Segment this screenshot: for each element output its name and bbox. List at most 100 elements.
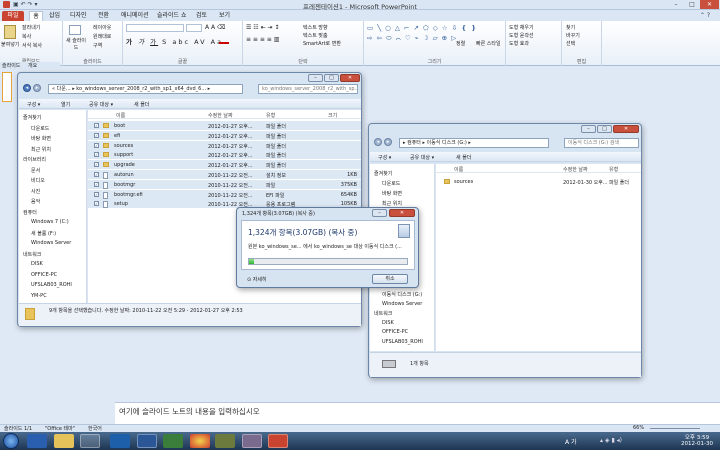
outlook-taskbar-icon[interactable]	[110, 434, 130, 448]
tab-animations[interactable]: 애니메이션	[121, 11, 149, 21]
font-color-icon[interactable]	[219, 36, 229, 44]
organize-button[interactable]: 구성 ▾	[27, 101, 40, 108]
nav-group[interactable]: 컴퓨터	[23, 209, 37, 216]
open-button[interactable]: 열기	[61, 101, 70, 108]
maximize-button[interactable]: □	[597, 125, 612, 133]
tab-review[interactable]: 검토	[196, 11, 207, 21]
nav-item[interactable]: UFSLAB03_ROHI	[31, 282, 72, 288]
clock-date[interactable]: 2012-01-30	[680, 441, 714, 447]
nav-item[interactable]: 최근 위치	[31, 146, 51, 153]
shapes-gallery-row2[interactable]: ⇨ ⇦ ⬭ ⌒ ♡ ⌁ ☽ ▱ ⊕ ▷	[367, 34, 457, 43]
reset-button[interactable]: 원래대로	[93, 33, 111, 40]
minimize-button[interactable]: –	[308, 74, 323, 82]
ie-taskbar-icon[interactable]	[27, 434, 47, 448]
new-folder-button[interactable]: 새 폴더	[456, 154, 471, 161]
excel-taskbar-icon[interactable]	[163, 434, 183, 448]
row-checkbox[interactable]: ✓	[94, 181, 99, 187]
nav-item[interactable]: 문서	[31, 167, 40, 174]
tab-design[interactable]: 디자인	[70, 11, 87, 21]
close-button[interactable]: ✕	[700, 0, 719, 9]
find-button[interactable]: 찾기	[566, 24, 575, 31]
table-row[interactable]: ✓ boot 2012-01-27 오후... 파일 폴더	[88, 121, 361, 130]
column-type[interactable]: 유형	[609, 166, 618, 173]
tab-file[interactable]: 파일	[2, 11, 24, 21]
forward-button[interactable]: ▸	[384, 138, 392, 146]
font-style-buttons[interactable]: 가 가 가 S abc AV Aa	[126, 36, 223, 46]
nav-group[interactable]: 즐겨찾기	[23, 114, 41, 121]
powerpoint-taskbar-icon[interactable]	[268, 434, 288, 448]
word-taskbar-icon[interactable]	[137, 434, 157, 448]
forward-button[interactable]: ▸	[33, 84, 41, 92]
nav-item[interactable]: 다운로드	[31, 125, 49, 132]
media-taskbar-icon[interactable]	[80, 434, 100, 448]
column-name[interactable]: 이름	[116, 112, 125, 119]
minimize-button[interactable]: –	[372, 209, 387, 217]
nav-item[interactable]: 비디오	[31, 177, 45, 184]
tab-view[interactable]: 보기	[219, 11, 230, 21]
close-button[interactable]: ✕	[613, 125, 639, 133]
cancel-button[interactable]: 취소	[372, 274, 408, 284]
search-input[interactable]: ko_windows_server_2008_r2_with_sp...	[258, 84, 358, 94]
new-folder-button[interactable]: 새 폴더	[134, 101, 149, 108]
nav-item[interactable]: DISK	[382, 320, 394, 326]
maximize-button[interactable]: □	[684, 0, 700, 9]
align-buttons[interactable]: ≡ ≡ ≡ ≡ ▥	[246, 36, 279, 43]
nav-item[interactable]: UFSLAB03_ROHI	[382, 339, 423, 345]
column-type[interactable]: 유형	[266, 112, 275, 119]
row-checkbox[interactable]: ✓	[94, 132, 99, 138]
new-slide-button[interactable]: 새 슬라이드	[65, 37, 87, 51]
app2-taskbar-icon[interactable]	[242, 434, 262, 448]
search-input[interactable]: 이동식 디스크 (G:) 검색	[564, 138, 639, 148]
font-size-box[interactable]	[186, 24, 202, 32]
tab-transitions[interactable]: 전환	[98, 11, 109, 21]
section-button[interactable]: 구역	[93, 42, 102, 49]
shape-fill-button[interactable]: 도형 채우기	[509, 24, 534, 31]
back-button[interactable]: ◂	[23, 84, 31, 92]
column-date[interactable]: 수정한 날짜	[208, 112, 233, 119]
nav-item[interactable]: OFFICE-PC	[31, 272, 57, 278]
close-button[interactable]: ✕	[340, 74, 360, 82]
tab-slideshow[interactable]: 슬라이드 쇼	[157, 11, 187, 21]
language-indicator[interactable]: 한국어	[88, 425, 102, 432]
share-button[interactable]: 공유 대상 ▾	[410, 154, 434, 161]
align-text-button[interactable]: 텍스트 맞춤	[303, 32, 328, 39]
table-row[interactable]: ✓ autorun 2010-11-22 오전... 설치 정보 1KB	[88, 170, 361, 179]
app-taskbar-icon[interactable]	[215, 434, 235, 448]
tab-outline[interactable]: 개요	[28, 62, 37, 69]
column-size[interactable]: 크기	[328, 112, 337, 119]
zoom-level[interactable]: 66%	[633, 425, 644, 431]
chrome-taskbar-icon[interactable]	[190, 434, 210, 448]
table-row[interactable]: sources 2012-01-30 오후... 파일 폴더	[436, 177, 641, 186]
nav-item[interactable]: Windows Server	[382, 301, 422, 307]
row-checkbox[interactable]: ✓	[94, 172, 99, 177]
cut-button[interactable]: 잘라내기	[22, 24, 40, 31]
table-row[interactable]: ✓ bootmgr.efi 2010-11-22 오전... EFI 파일 654KB	[88, 189, 361, 199]
shapes-gallery[interactable]: ▭ ╲ ○ △ ⌐ ↗ ⬠ ◇ ☆ ⇩ ❴ ❵	[367, 24, 477, 32]
table-row[interactable]: ✓ efi 2012-01-27 오후... 파일 폴더	[88, 130, 361, 140]
copy-button[interactable]: 복사	[22, 33, 31, 40]
minimize-button[interactable]: –	[668, 0, 684, 9]
slide-thumbnail[interactable]	[2, 72, 12, 102]
close-button[interactable]: ✕	[389, 209, 415, 217]
nav-item[interactable]: 음악	[31, 198, 40, 205]
zoom-slider[interactable]	[650, 428, 700, 429]
help-icon[interactable]: ⌃ ?	[700, 12, 710, 19]
table-row[interactable]: ✓ bootmgr 2010-11-22 오전... 파일 375KB	[88, 179, 361, 189]
table-row[interactable]: ✓ support 2012-01-27 오후... 파일 폴더	[88, 150, 361, 160]
select-button[interactable]: 선택	[566, 40, 575, 47]
table-row[interactable]: ✓ sources 2012-01-27 오후... 파일 폴더	[88, 140, 361, 150]
nav-item[interactable]: YM-PC	[31, 293, 47, 299]
row-checkbox[interactable]: ✓	[94, 162, 99, 168]
arrange-button[interactable]: 정렬	[456, 40, 465, 47]
nav-item[interactable]: 새 볼륨 (F:)	[31, 230, 56, 237]
row-checkbox[interactable]: ✓	[94, 191, 99, 197]
share-button[interactable]: 공유 대상 ▾	[89, 101, 113, 108]
organize-button[interactable]: 구성 ▾	[378, 154, 391, 161]
row-checkbox[interactable]: ✓	[94, 152, 99, 158]
maximize-button[interactable]: □	[324, 74, 339, 82]
tab-home[interactable]: 홈	[29, 11, 43, 21]
nav-group[interactable]: 네트워크	[374, 310, 392, 317]
back-button[interactable]: ◂	[374, 138, 382, 146]
notes-pane[interactable]: 여기에 슬라이드 노트의 내용을 입력하십시오	[115, 402, 720, 424]
row-checkbox[interactable]: ✓	[94, 142, 99, 148]
